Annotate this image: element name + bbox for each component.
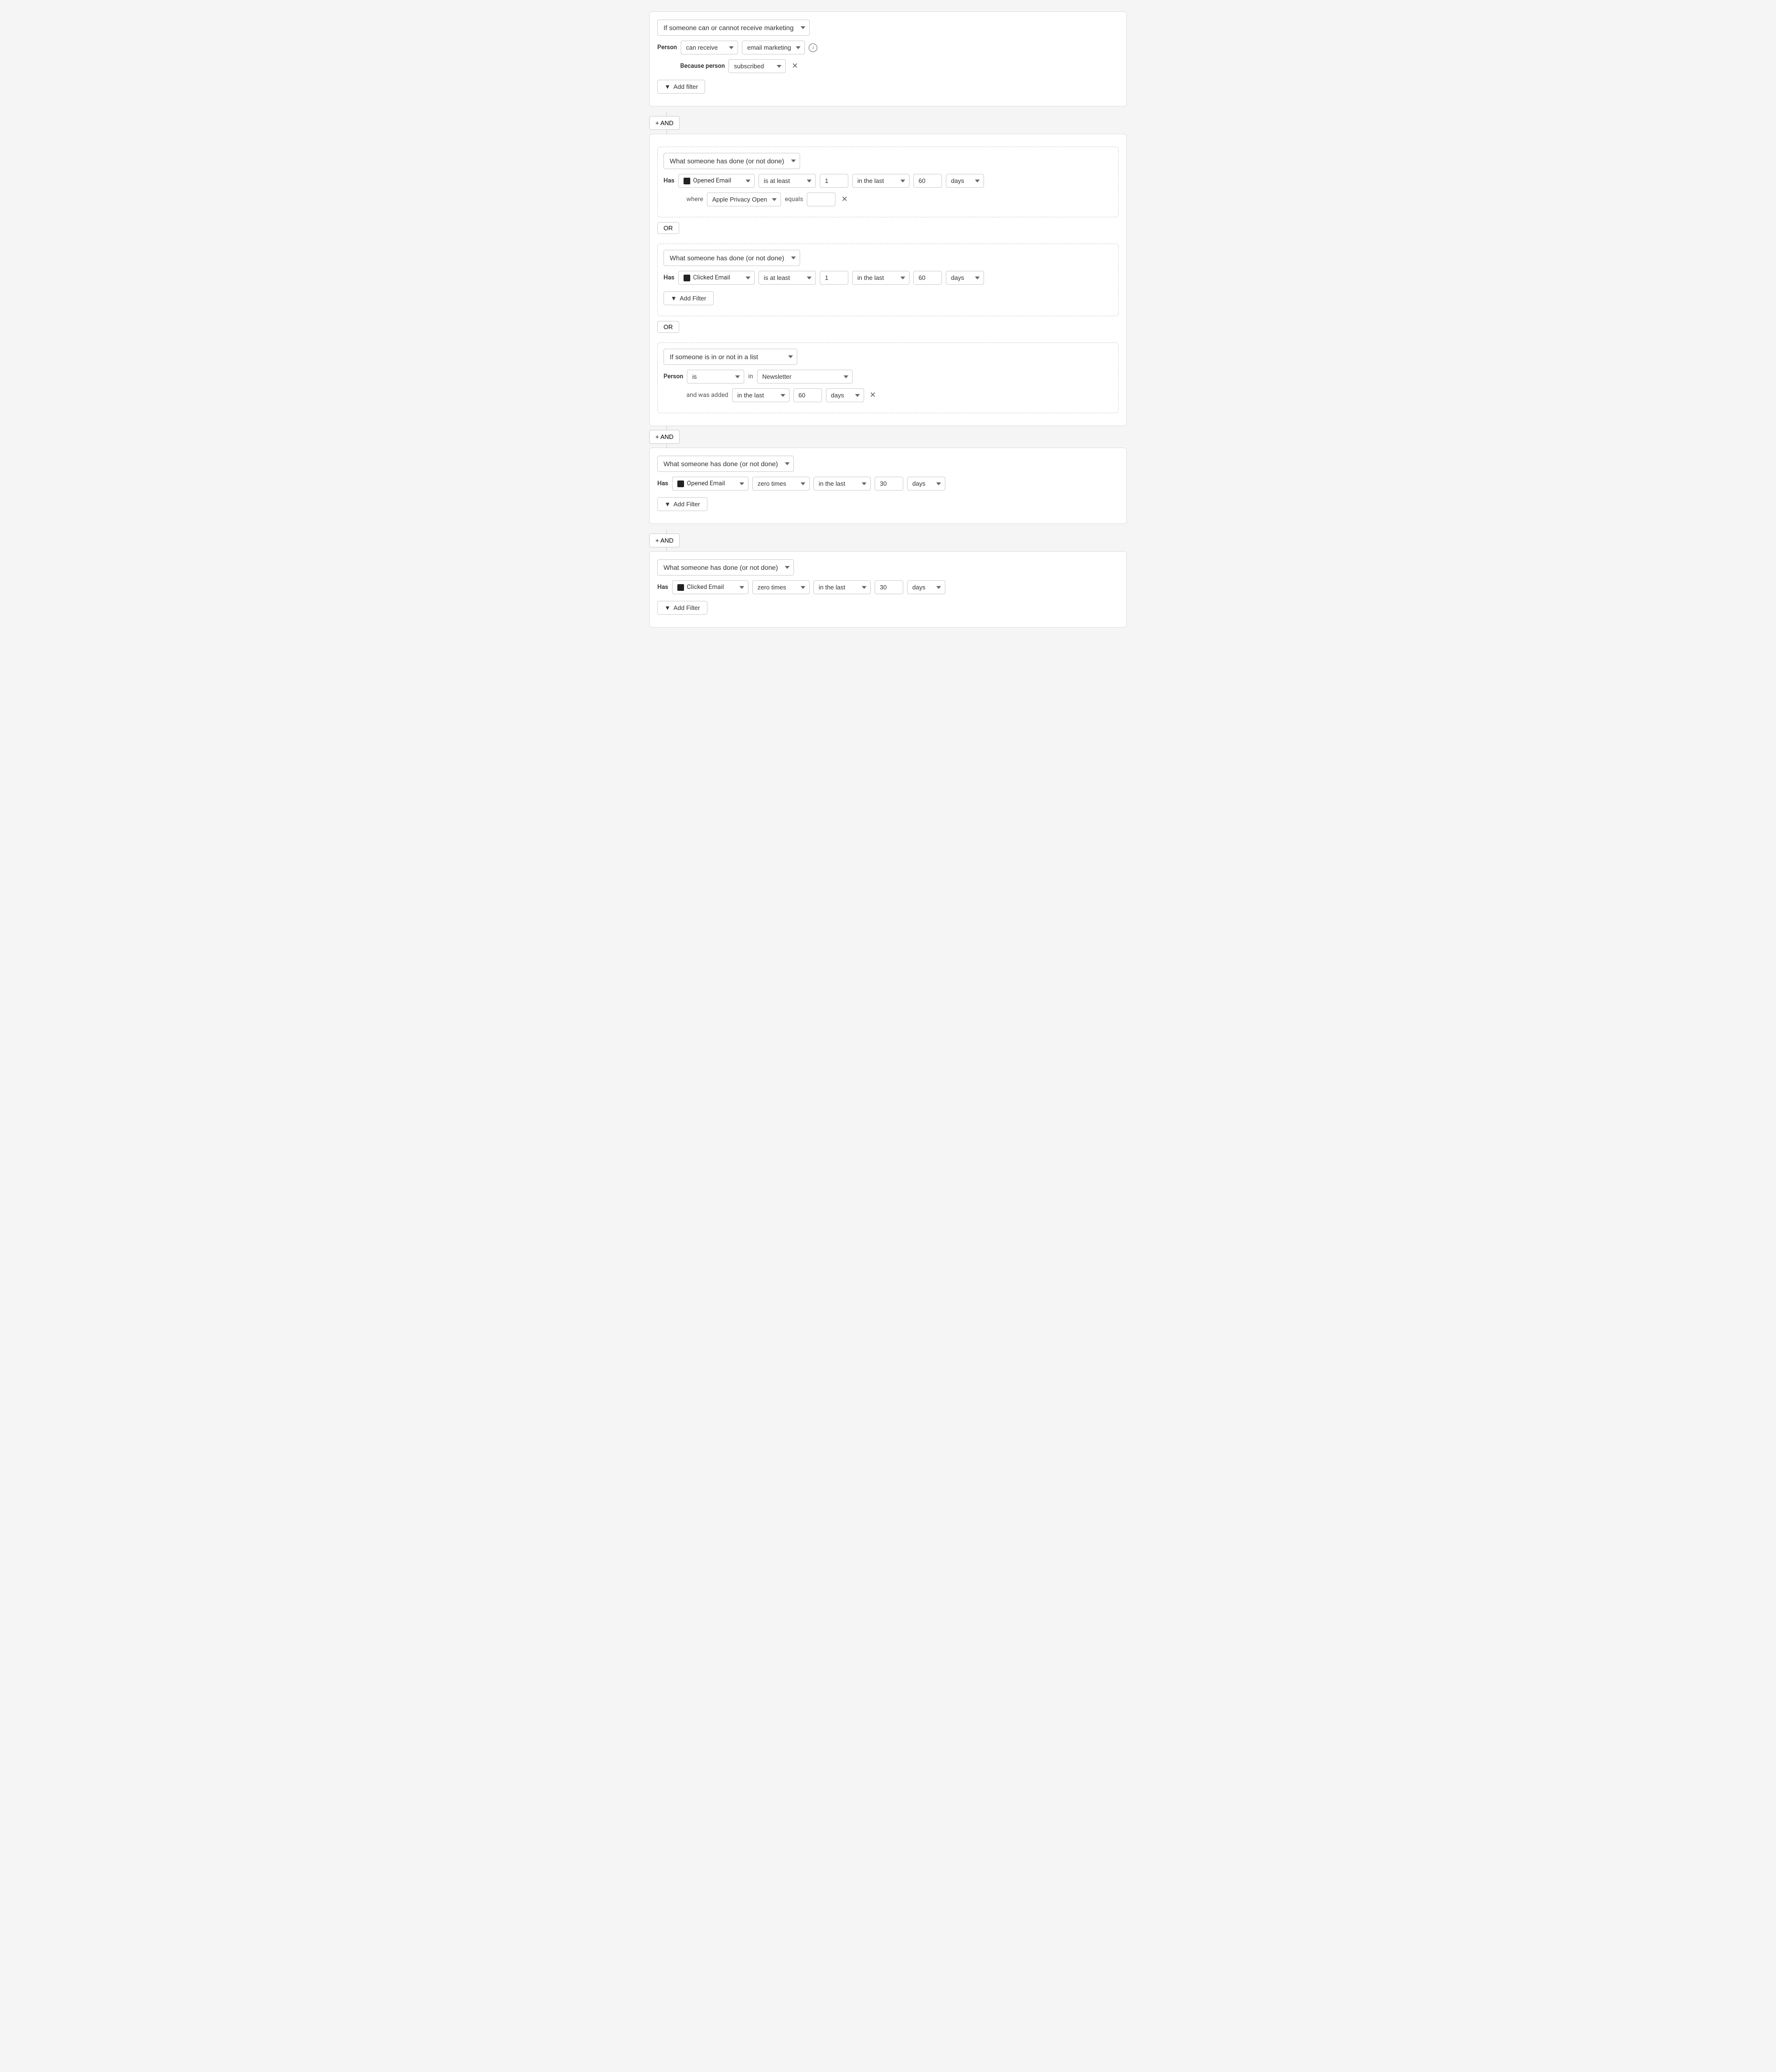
or-btn-1[interactable]: OR <box>657 222 679 234</box>
marketing-dropdown[interactable]: If someone can or cannot receive marketi… <box>657 20 810 36</box>
info-icon[interactable]: i <box>809 43 817 52</box>
and-connector-3: + AND <box>649 530 1127 551</box>
and-was-added-label: and was added <box>686 392 728 399</box>
opened-email-dropdown[interactable]: Opened Email <box>678 174 755 188</box>
what-done-dropdown-2[interactable]: What someone has done (or not done) <box>663 250 800 266</box>
has-label-1: Has <box>663 177 674 184</box>
email-marketing-dropdown[interactable]: email marketing <box>742 41 805 54</box>
or-section-2: What someone has done (or not done) Has … <box>657 244 1119 316</box>
days-input-1[interactable] <box>913 174 942 188</box>
add-filter-btn-1[interactable]: ▼ Add filter <box>657 80 705 94</box>
clicked-email-label-2: Clicked Email <box>687 584 724 591</box>
clicked-email-dropdown-2[interactable]: Clicked Email <box>672 580 749 594</box>
filter-icon-2: ▼ <box>671 295 677 302</box>
can-receive-dropdown[interactable]: can receive <box>681 41 738 54</box>
apple-privacy-dropdown[interactable]: Apple Privacy Open <box>707 192 781 206</box>
subscribed-dropdown[interactable]: subscribed <box>728 59 786 73</box>
filter-group-3: What someone has done (or not done) Has … <box>649 448 1127 524</box>
days-dropdown-4[interactable]: days <box>907 477 945 491</box>
in-the-last-dropdown-3[interactable]: in the last <box>732 388 790 402</box>
person-label: Person <box>657 44 677 51</box>
has-label-2: Has <box>663 274 674 281</box>
equals-label: equals <box>785 196 803 203</box>
where-label: where <box>686 196 703 203</box>
is-at-least-dropdown-1[interactable]: is at least <box>759 174 816 188</box>
days-input-4[interactable] <box>875 477 903 491</box>
opened-email-label-2: Opened Email <box>687 480 725 487</box>
in-the-last-dropdown-2[interactable]: in the last <box>852 271 909 285</box>
opened-email-icon <box>684 178 690 184</box>
days-dropdown-1[interactable]: days <box>946 174 984 188</box>
add-filter-btn-4[interactable]: ▼ Add Filter <box>657 601 707 615</box>
in-the-last-dropdown-5[interactable]: in the last <box>813 580 871 594</box>
in-label: in <box>748 373 753 380</box>
days-input-2[interactable] <box>913 271 942 285</box>
filter-group-4: What someone has done (or not done) Has … <box>649 551 1127 628</box>
person-label-2: Person <box>663 373 683 380</box>
clicked-email-icon-2 <box>677 584 684 591</box>
or-section-1: What someone has done (or not done) Has … <box>657 147 1119 217</box>
days-dropdown-2[interactable]: days <box>946 271 984 285</box>
equals-value-input[interactable] <box>807 192 835 206</box>
in-the-last-dropdown-4[interactable]: in the last <box>813 477 871 491</box>
zero-times-dropdown-2[interactable]: zero times <box>752 580 810 594</box>
filter-icon-1: ▼ <box>664 83 671 90</box>
has-label-4: Has <box>657 584 668 591</box>
filter-group-2: What someone has done (or not done) Has … <box>649 134 1127 426</box>
has-label-3: Has <box>657 480 668 487</box>
what-done-dropdown-4[interactable]: What someone has done (or not done) <box>657 559 794 576</box>
remove-because-btn[interactable]: ✕ <box>790 62 800 71</box>
count-input-1[interactable] <box>820 174 848 188</box>
days-dropdown-3[interactable]: days <box>826 388 864 402</box>
add-filter-btn-2[interactable]: ▼ Add Filter <box>663 291 714 305</box>
add-filter-btn-3[interactable]: ▼ Add Filter <box>657 497 707 511</box>
and-btn-2[interactable]: + AND <box>649 430 680 444</box>
zero-times-dropdown-1[interactable]: zero times <box>752 477 810 491</box>
is-at-least-dropdown-2[interactable]: is at least <box>759 271 816 285</box>
or-btn-2[interactable]: OR <box>657 321 679 333</box>
opened-email-icon-2 <box>677 481 684 487</box>
remove-added-btn[interactable]: ✕ <box>868 391 878 400</box>
filter-group-1: If someone can or cannot receive marketi… <box>649 11 1127 107</box>
days-input-3[interactable] <box>793 388 822 402</box>
remove-where-btn[interactable]: ✕ <box>839 195 849 204</box>
clicked-email-label-1: Clicked Email <box>693 274 730 281</box>
count-input-2[interactable] <box>820 271 848 285</box>
list-main-dropdown[interactable]: If someone is in or not in a list <box>663 349 797 365</box>
filter-icon-4: ▼ <box>664 604 671 611</box>
what-done-dropdown-3[interactable]: What someone has done (or not done) <box>657 456 794 472</box>
days-input-5[interactable] <box>875 580 903 594</box>
opened-email-label: Opened Email <box>693 177 731 184</box>
or-section-3: If someone is in or not in a list Person… <box>657 342 1119 413</box>
in-the-last-dropdown-1[interactable]: in the last <box>852 174 909 188</box>
because-person-label: Because person <box>680 63 725 70</box>
and-connector-2: + AND <box>649 426 1127 448</box>
and-btn-1[interactable]: + AND <box>649 116 680 130</box>
is-dropdown[interactable]: is <box>687 370 744 384</box>
filter-icon-3: ▼ <box>664 501 671 508</box>
opened-email-dropdown-2[interactable]: Opened Email <box>672 477 749 491</box>
clicked-email-dropdown-1[interactable]: Clicked Email <box>678 271 755 285</box>
clicked-email-icon-1 <box>684 275 690 281</box>
what-done-dropdown-1[interactable]: What someone has done (or not done) <box>663 153 800 169</box>
days-dropdown-5[interactable]: days <box>907 580 945 594</box>
newsletter-dropdown[interactable]: Newsletter <box>757 370 853 384</box>
and-connector-1: + AND <box>649 112 1127 134</box>
and-btn-3[interactable]: + AND <box>649 534 680 547</box>
